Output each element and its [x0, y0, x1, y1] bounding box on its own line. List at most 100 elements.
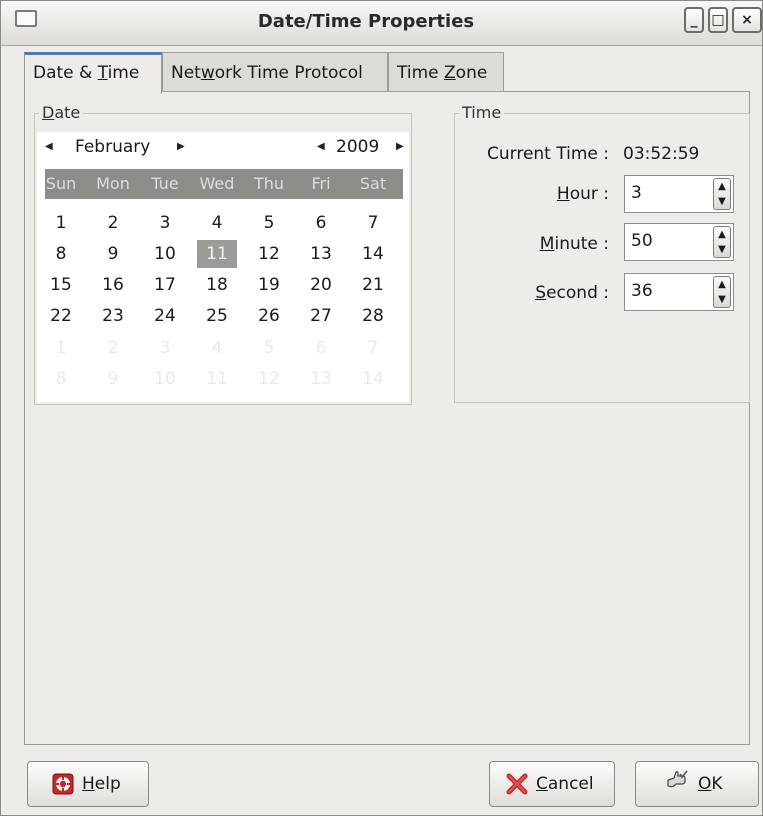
calendar-day[interactable]: 6 [301, 334, 341, 362]
help-button-label: Help [82, 762, 121, 806]
calendar-day[interactable]: 27 [301, 302, 341, 330]
tab-network-time-protocol[interactable]: Network Time Protocol [162, 52, 388, 92]
hour-label: Hour : [461, 184, 609, 204]
calendar-day[interactable]: 2 [93, 334, 133, 362]
calendar-day[interactable]: 20 [301, 271, 341, 299]
calendar-day[interactable]: 11 [197, 365, 237, 393]
second-up-arrow-icon[interactable]: ▲ [714, 277, 730, 292]
help-button[interactable]: Help [27, 761, 149, 807]
hour-stepper[interactable]: ▲ ▼ [713, 178, 731, 210]
minute-stepper[interactable]: ▲ ▼ [713, 226, 731, 258]
cancel-text: ancel [547, 774, 594, 794]
hour-down-arrow-icon[interactable]: ▼ [714, 194, 730, 209]
calendar-day[interactable]: 13 [301, 240, 341, 268]
hour-label-text: our : [569, 184, 609, 204]
second-label: Second : [461, 283, 609, 303]
calendar-day[interactable]: 5 [249, 209, 289, 237]
weekday-label: Wed [199, 174, 235, 193]
hour-value[interactable]: 3 [631, 183, 642, 203]
calendar-day[interactable]: 8 [41, 365, 81, 393]
minimize-button[interactable]: _ [684, 7, 704, 33]
calendar-day[interactable]: 22 [41, 302, 81, 330]
current-time-label: Current Time : [487, 144, 609, 164]
cancel-button[interactable]: Cancel [489, 761, 615, 807]
calendar-day[interactable]: 3 [145, 209, 185, 237]
weekday-label: Mon [96, 174, 130, 193]
calendar-day[interactable]: 23 [93, 302, 133, 330]
hour-up-arrow-icon[interactable]: ▲ [714, 179, 730, 194]
calendar-day[interactable]: 10 [145, 240, 185, 268]
weekday-label: Sun [45, 174, 77, 193]
ok-key: O [698, 774, 712, 794]
weekday-label: Fri [311, 174, 331, 193]
minute-label-text: inute : [554, 234, 609, 254]
minute-down-arrow-icon[interactable]: ▼ [714, 242, 730, 257]
tab-label-post: one [455, 63, 488, 83]
calendar-day[interactable]: 21 [353, 271, 393, 299]
time-frame-title: Time [459, 103, 505, 122]
second-label-text: econd : [546, 283, 609, 303]
calendar-day[interactable]: 13 [301, 365, 341, 393]
minute-label-key: M [539, 234, 555, 254]
calendar-day[interactable]: 18 [197, 271, 237, 299]
second-down-arrow-icon[interactable]: ▼ [714, 292, 730, 307]
calendar-day[interactable]: 7 [353, 209, 393, 237]
tab-date-time[interactable]: Date & Time [24, 52, 162, 94]
calendar-day[interactable]: 8 [41, 240, 81, 268]
weekday-label: Thu [253, 174, 285, 193]
weekday-label: Tue [151, 174, 179, 193]
second-stepper[interactable]: ▲ ▼ [713, 276, 731, 308]
calendar-day[interactable]: 3 [145, 334, 185, 362]
calendar-day[interactable]: 6 [301, 209, 341, 237]
calendar-day[interactable]: 10 [145, 365, 185, 393]
calendar-day[interactable]: 1 [41, 334, 81, 362]
calendar-day[interactable]: 9 [93, 365, 133, 393]
calendar-day[interactable]: 1 [41, 209, 81, 237]
calendar-day[interactable]: 25 [197, 302, 237, 330]
selected-day[interactable]: 11 [197, 240, 237, 268]
calendar-day[interactable]: 24 [145, 302, 185, 330]
calendar-day[interactable]: 15 [41, 271, 81, 299]
calendar-day[interactable]: 14 [353, 240, 393, 268]
calendar-day[interactable]: 9 [93, 240, 133, 268]
weekday-label: Sat [359, 174, 387, 193]
calendar-day[interactable]: 19 [249, 271, 289, 299]
date-frame-title: Date [39, 103, 84, 122]
second-value[interactable]: 36 [631, 281, 653, 301]
calendar-day[interactable]: 7 [353, 334, 393, 362]
minute-value[interactable]: 50 [631, 231, 653, 251]
close-button[interactable]: × [732, 7, 762, 33]
date-frame-key: D [42, 103, 55, 122]
calendar-day[interactable]: 14 [353, 365, 393, 393]
calendar-day[interactable]: 4 [197, 209, 237, 237]
window-title: Date/Time Properties [257, 11, 475, 32]
prev-month-arrow-icon[interactable]: ◀ [45, 134, 53, 160]
calendar-day[interactable]: 12 [249, 240, 289, 268]
next-year-arrow-icon[interactable]: ▶ [396, 134, 404, 160]
maximize-button[interactable]: □ [708, 7, 728, 33]
calendar-month: February [75, 137, 151, 157]
checkmark-hand-icon [667, 770, 688, 788]
tab-label-pre: Time [397, 63, 445, 83]
ok-button[interactable]: OK [635, 761, 759, 807]
hour-spinbox[interactable]: 3 ▲ ▼ [624, 175, 734, 213]
second-spinbox[interactable]: 36 ▲ ▼ [624, 273, 734, 311]
prev-year-arrow-icon[interactable]: ◀ [317, 134, 325, 160]
calendar-day[interactable]: 5 [249, 334, 289, 362]
calendar-day[interactable]: 4 [197, 334, 237, 362]
tab-time-zone[interactable]: Time Zone [388, 52, 504, 92]
minute-spinbox[interactable]: 50 ▲ ▼ [624, 223, 734, 261]
minute-up-arrow-icon[interactable]: ▲ [714, 227, 730, 242]
title-bar[interactable]: Date/Time Properties _ □ × [1, 1, 762, 46]
tab-label-pre: Net [171, 63, 201, 83]
tab-label-post: ork Time Protocol [214, 63, 363, 83]
weekday-header: Sun Mon Tue Wed Thu Fri Sat [45, 169, 403, 199]
tab-label-key: w [200, 63, 215, 83]
calendar-day[interactable]: 12 [249, 365, 289, 393]
calendar-day[interactable]: 17 [145, 271, 185, 299]
next-month-arrow-icon[interactable]: ▶ [177, 134, 185, 160]
calendar-day[interactable]: 2 [93, 209, 133, 237]
calendar-day[interactable]: 16 [93, 271, 133, 299]
calendar-day[interactable]: 28 [353, 302, 393, 330]
calendar-day[interactable]: 26 [249, 302, 289, 330]
